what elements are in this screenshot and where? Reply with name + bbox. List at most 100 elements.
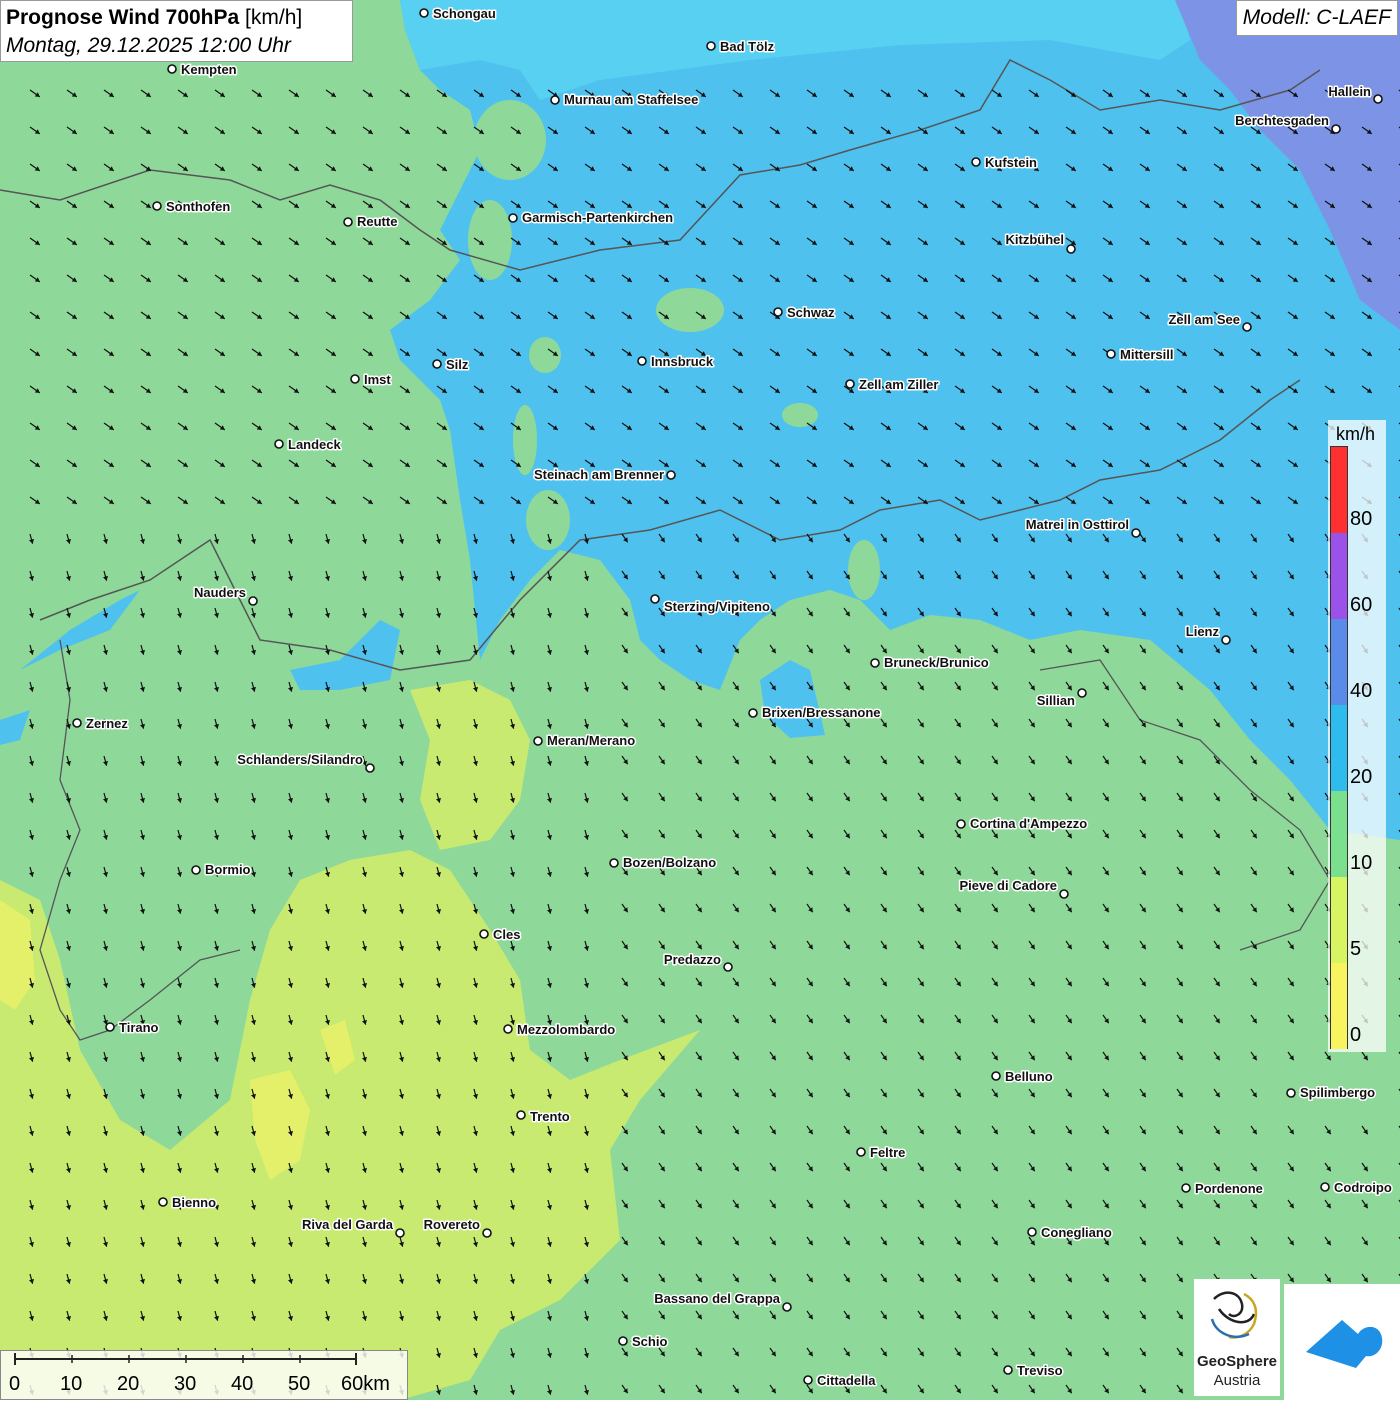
- city-marker: [971, 157, 981, 167]
- city-label: Schlanders/Silandro: [237, 752, 363, 767]
- city-label: Conegliano: [1041, 1225, 1112, 1240]
- city-label: Brixen/Bressanone: [762, 705, 881, 720]
- island-green-5: [848, 540, 880, 600]
- wind-map[interactable]: Schongau Bad Tölz Kempten Murnau am Staffel…: [0, 0, 1400, 1400]
- city-marker: [1286, 1088, 1296, 1098]
- city-marker: [637, 356, 647, 366]
- app-logo-icon: [1306, 1320, 1383, 1368]
- city-label: Treviso: [1017, 1363, 1063, 1378]
- island-green-4: [782, 403, 818, 427]
- color-legend: km/h 80 60 40 20 10 5 0: [1328, 420, 1386, 1052]
- city-marker: [395, 1228, 405, 1238]
- forecast-datetime: Montag, 29.12.2025 12:00 Uhr: [6, 34, 291, 57]
- city-marker: [533, 736, 543, 746]
- city-marker: [248, 596, 258, 606]
- city-marker: [432, 359, 442, 369]
- city-label: Lienz: [1186, 624, 1220, 639]
- city-marker: [72, 718, 82, 728]
- city-marker: [482, 1228, 492, 1238]
- legend-tick-10: 10: [1350, 852, 1373, 874]
- city-label: Bad Tölz: [720, 39, 775, 54]
- city-marker: [479, 929, 489, 939]
- city-label: Rovereto: [424, 1217, 480, 1232]
- city-marker: [105, 1022, 115, 1032]
- city-label: Bienno: [172, 1195, 216, 1210]
- city-marker: [706, 41, 716, 51]
- legend-seg-10: [1331, 791, 1347, 877]
- city-marker: [1066, 244, 1076, 254]
- city-marker: [618, 1336, 628, 1346]
- legend-tick-80: 80: [1350, 508, 1373, 530]
- city-label: Kempten: [181, 62, 237, 77]
- city-marker: [508, 213, 518, 223]
- city-marker: [1373, 94, 1383, 104]
- map-title: Prognose Wind 700hPa [km/h]: [6, 4, 347, 32]
- city-label: Mittersill: [1120, 347, 1173, 362]
- legend-seg-0: [1331, 963, 1347, 1049]
- city-label: Zell am Ziller: [859, 377, 938, 392]
- city-label: Murnau am Staffelsee: [564, 92, 698, 107]
- legend-seg-60: [1331, 533, 1347, 619]
- scale-label-50: 50: [288, 1373, 311, 1395]
- city-label: Belluno: [1005, 1069, 1053, 1084]
- city-marker: [650, 594, 660, 604]
- city-marker: [550, 95, 560, 105]
- city-marker: [609, 858, 619, 868]
- city-label: Schwaz: [787, 305, 835, 320]
- weather-app-logo[interactable]: [1284, 1284, 1400, 1400]
- legend-unit: km/h: [1336, 424, 1376, 444]
- city-marker: [152, 201, 162, 211]
- scale-label-0: 0: [9, 1373, 21, 1395]
- city-label: Codroipo: [1334, 1180, 1392, 1195]
- city-label: Schongau: [433, 6, 496, 21]
- island-green-7: [468, 200, 512, 280]
- city-label: Pordenone: [1195, 1181, 1263, 1196]
- city-label: Berchtesgaden: [1235, 113, 1329, 128]
- city-label: Kitzbühel: [1006, 232, 1065, 247]
- city-marker: [1221, 635, 1231, 645]
- city-marker: [158, 1197, 168, 1207]
- legend-tick-20: 20: [1350, 766, 1373, 788]
- city-marker: [503, 1024, 513, 1034]
- geosphere-name: GeoSphere: [1196, 1353, 1278, 1370]
- city-marker: [1059, 889, 1069, 899]
- city-marker: [748, 708, 758, 718]
- scale-label-60km: 60km: [341, 1373, 390, 1395]
- city-label: Kufstein: [985, 155, 1037, 170]
- city-label: Imst: [364, 372, 391, 387]
- city-label: Sonthofen: [166, 199, 230, 214]
- legend-seg-80: [1331, 447, 1347, 533]
- city-label: Matrei in Osttirol: [1026, 517, 1129, 532]
- legend-color-bar: [1330, 446, 1348, 1049]
- wind-map-canvas: Schongau Bad Tölz Kempten Murnau am Staffel…: [0, 0, 1400, 1400]
- geosphere-logo[interactable]: GeoSphere Austria: [1194, 1279, 1280, 1396]
- city-label: Steinach am Brenner: [534, 467, 664, 482]
- city-label: Spilimbergo: [1300, 1085, 1375, 1100]
- city-marker: [350, 374, 360, 384]
- scale-bar: 0 10 20 30 40 50 60km: [0, 1350, 408, 1400]
- city-label: Hallein: [1328, 84, 1371, 99]
- city-label: Tirano: [119, 1020, 159, 1035]
- legend-seg-40: [1331, 619, 1347, 705]
- city-label: Mezzolombardo: [517, 1022, 615, 1037]
- city-marker: [516, 1110, 526, 1120]
- city-label: Cittadella: [817, 1373, 876, 1388]
- legend-tick-60: 60: [1350, 594, 1373, 616]
- title-box: Prognose Wind 700hPa [km/h] Montag, 29.1…: [0, 0, 353, 62]
- city-marker: [773, 307, 783, 317]
- city-label: Innsbruck: [651, 354, 714, 369]
- city-label: Bormio: [205, 862, 251, 877]
- legend-seg-5: [1331, 877, 1347, 963]
- city-marker: [666, 470, 676, 480]
- city-label: Cortina d'Ampezzo: [970, 816, 1087, 831]
- city-marker: [1331, 124, 1341, 134]
- city-label: Silz: [446, 357, 469, 372]
- city-marker: [191, 865, 201, 875]
- city-marker: [1181, 1183, 1191, 1193]
- city-marker: [1003, 1365, 1013, 1375]
- city-marker: [343, 217, 353, 227]
- scale-label-20: 20: [117, 1373, 140, 1395]
- city-label: Zernez: [86, 716, 128, 731]
- city-marker: [1320, 1182, 1330, 1192]
- city-marker: [365, 763, 375, 773]
